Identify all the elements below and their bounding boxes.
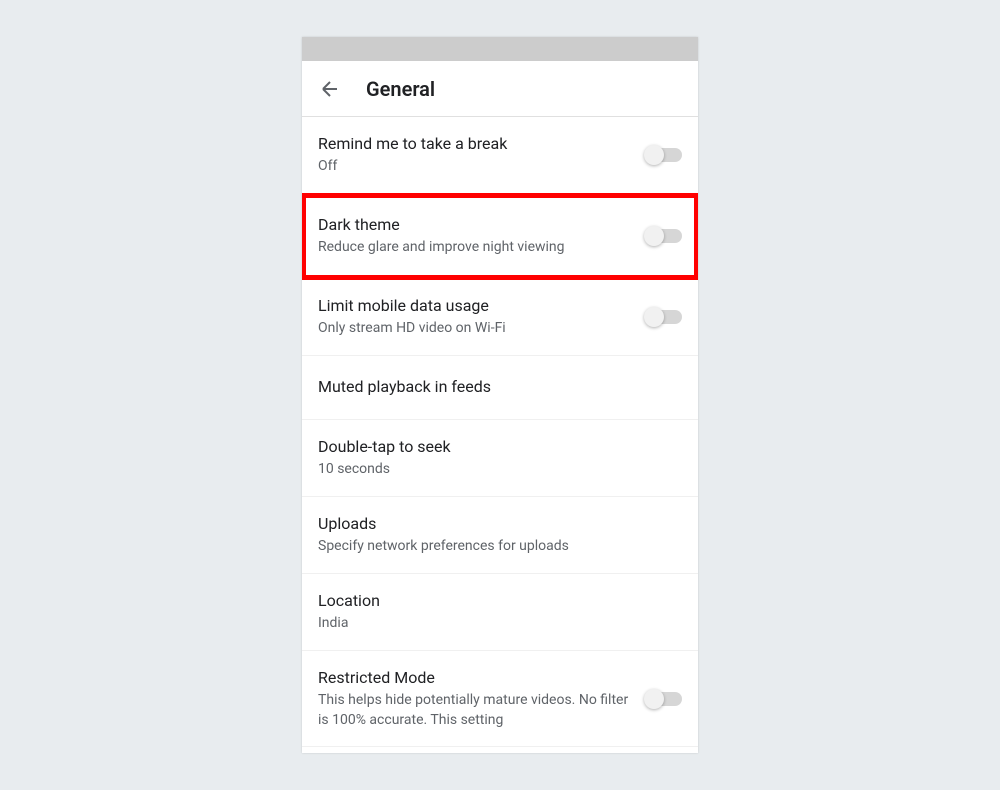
page-title: General [366,77,435,101]
setting-text: Double-tap to seek 10 seconds [318,436,682,480]
setting-title: Restricted Mode [318,667,630,689]
toggle-thumb [644,689,664,709]
setting-title: Limit mobile data usage [318,295,630,317]
setting-text: Muted playback in feeds [318,376,682,398]
setting-item-double-tap-seek[interactable]: Double-tap to seek 10 seconds [302,420,698,497]
setting-item-uploads[interactable]: Uploads Specify network preferences for … [302,497,698,574]
setting-subtitle: This helps hide potentially mature video… [318,691,630,730]
toggle-thumb [644,307,664,327]
back-arrow-icon [318,77,342,101]
app-bar: General [302,61,698,117]
back-button[interactable] [318,77,342,101]
setting-title: Dark theme [318,214,630,236]
setting-title: Remind me to take a break [318,133,630,155]
setting-item-muted-playback[interactable]: Muted playback in feeds [302,356,698,420]
phone-screen: General Remind me to take a break Off Da… [302,37,698,753]
setting-title: Muted playback in feeds [318,376,666,398]
setting-text: Dark theme Reduce glare and improve nigh… [318,214,646,258]
toggle-limit-data[interactable] [646,307,682,327]
setting-item-limit-data[interactable]: Limit mobile data usage Only stream HD v… [302,279,698,356]
setting-subtitle: Only stream HD video on Wi-Fi [318,319,630,339]
setting-subtitle: India [318,614,666,634]
setting-text: Restricted Mode This helps hide potentia… [318,667,646,731]
settings-list: Remind me to take a break Off Dark theme… [302,117,698,747]
setting-text: Uploads Specify network preferences for … [318,513,682,557]
setting-subtitle: Specify network preferences for uploads [318,537,666,557]
toggle-break-reminder[interactable] [646,145,682,165]
setting-item-dark-theme[interactable]: Dark theme Reduce glare and improve nigh… [302,194,698,279]
setting-text: Location India [318,590,682,634]
setting-item-location[interactable]: Location India [302,574,698,651]
setting-text: Remind me to take a break Off [318,133,646,177]
toggle-dark-theme[interactable] [646,226,682,246]
status-bar [302,37,698,61]
setting-title: Uploads [318,513,666,535]
setting-subtitle: Off [318,157,630,177]
setting-item-break-reminder[interactable]: Remind me to take a break Off [302,117,698,194]
setting-subtitle: Reduce glare and improve night viewing [318,238,630,258]
toggle-thumb [644,226,664,246]
setting-title: Location [318,590,666,612]
setting-title: Double-tap to seek [318,436,666,458]
setting-text: Limit mobile data usage Only stream HD v… [318,295,646,339]
setting-subtitle: 10 seconds [318,460,666,480]
toggle-restricted-mode[interactable] [646,689,682,709]
toggle-thumb [644,145,664,165]
setting-item-restricted-mode[interactable]: Restricted Mode This helps hide potentia… [302,651,698,748]
